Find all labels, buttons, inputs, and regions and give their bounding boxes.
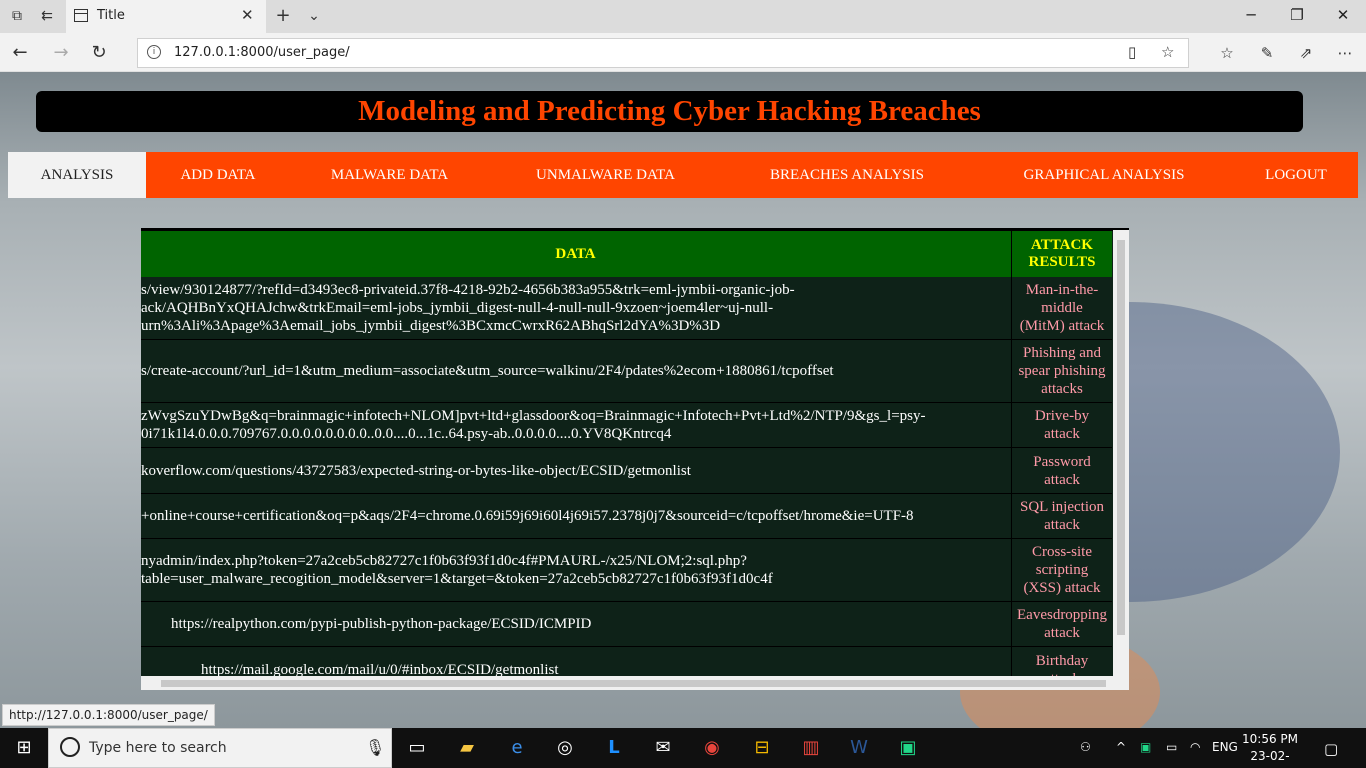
- clock[interactable]: 10:56 PM 23-02-2020: [1240, 731, 1300, 768]
- restore-icon[interactable]: ❐: [1274, 6, 1320, 28]
- browser-tab[interactable]: Title ✕: [66, 0, 266, 33]
- share-icon[interactable]: ⇗: [1295, 42, 1317, 64]
- back-icon[interactable]: ←: [9, 42, 31, 64]
- result-cell: Phishing and spear phishing attacks: [1011, 340, 1112, 402]
- table-row: +online+course+certification&oq=p&aqs/2F…: [141, 494, 1112, 539]
- result-cell: Drive-by attack: [1011, 403, 1112, 447]
- table-header: DATA ATTACK RESULTS: [141, 231, 1112, 277]
- tab-title: Title: [97, 8, 125, 23]
- pen-notes-icon[interactable]: ✎: [1256, 42, 1278, 64]
- table-row: zWvgSzuYDwBg&q=brainmagic+infotech+NLOM]…: [141, 403, 1112, 448]
- reading-view-icon[interactable]: ▯: [1128, 43, 1136, 61]
- table-row: https://realpython.com/pypi-publish-pyth…: [141, 602, 1112, 647]
- url-field[interactable]: i 127.0.0.1:8000/user_page/ ▯ ☆: [137, 38, 1189, 68]
- forward-icon[interactable]: →: [50, 42, 72, 64]
- address-bar-row: ← → ↻ i 127.0.0.1:8000/user_page/ ▯ ☆ ☆ …: [0, 33, 1366, 72]
- word-icon[interactable]: W: [847, 736, 871, 760]
- data-cell: +online+course+certification&oq=p&aqs/2F…: [141, 508, 914, 524]
- site-title: Modeling and Predicting Cyber Hacking Br…: [358, 95, 981, 127]
- notifications-icon[interactable]: ▢: [1324, 740, 1338, 758]
- nav-analysis[interactable]: ANALYSIS: [8, 152, 146, 198]
- main-nav: ANALYSIS ADD DATA MALWARE DATA UNMALWARE…: [8, 152, 1358, 198]
- data-cell: nyadmin/index.php?token=27a2ceb5cb82727c…: [141, 553, 773, 587]
- tab-actions-icon[interactable]: ⧉: [8, 7, 26, 25]
- nav-graphical-analysis[interactable]: GRAPHICAL ANALYSIS: [1013, 152, 1195, 198]
- page-content: Modeling and Predicting Cyber Hacking Br…: [0, 72, 1366, 728]
- refresh-icon[interactable]: ↻: [88, 42, 110, 64]
- new-tab-icon[interactable]: +: [274, 7, 292, 25]
- result-cell: Man-in-the-middle (MitM) attack: [1011, 277, 1112, 339]
- table-horizontal-scrollbar[interactable]: [141, 676, 1113, 690]
- pycharm-icon[interactable]: ▣: [896, 736, 920, 760]
- wifi-icon[interactable]: ◠: [1190, 740, 1200, 754]
- task-view-icon[interactable]: ▭: [405, 736, 429, 760]
- tray-app-icon[interactable]: ▣: [1140, 740, 1151, 754]
- site-header: Modeling and Predicting Cyber Hacking Br…: [36, 91, 1303, 132]
- file-explorer-icon[interactable]: ▰: [455, 736, 479, 760]
- tab-list-chevron-icon[interactable]: ⌄: [305, 7, 323, 25]
- vertical-scroll-thumb[interactable]: [1117, 240, 1125, 635]
- chrome-icon[interactable]: ◉: [700, 736, 724, 760]
- search-circle-icon: [60, 737, 80, 757]
- result-cell: SQL injection attack: [1011, 494, 1112, 538]
- language-indicator[interactable]: ENG: [1212, 740, 1238, 754]
- search-placeholder: Type here to search: [89, 740, 227, 756]
- clock-date: 23-02-2020: [1250, 749, 1290, 768]
- table-row: koverflow.com/questions/43727583/expecte…: [141, 448, 1112, 494]
- browser-tab-bar: ⧉ ⇇ Title ✕ + ⌄ ─ ❐ ✕: [0, 0, 1366, 33]
- close-window-icon[interactable]: ✕: [1320, 6, 1366, 28]
- media-app-icon[interactable]: ◎: [553, 736, 577, 760]
- tray-chevron-icon[interactable]: ^: [1116, 740, 1126, 754]
- result-cell: Eavesdropping attack: [1011, 602, 1112, 646]
- edge-browser-icon[interactable]: e: [505, 736, 529, 760]
- people-icon[interactable]: ⚇: [1080, 740, 1091, 754]
- column-header-data: DATA: [555, 246, 596, 262]
- table-row: s/view/930124877/?refId=d3493ec8-private…: [141, 277, 1112, 340]
- mail-icon[interactable]: ✉: [651, 736, 675, 760]
- data-cell: zWvgSzuYDwBg&q=brainmagic+infotech+NLOM]…: [141, 408, 926, 442]
- site-info-icon[interactable]: i: [147, 45, 161, 59]
- table-row: nyadmin/index.php?token=27a2ceb5cb82727c…: [141, 539, 1112, 602]
- result-cell: Password attack: [1011, 448, 1112, 493]
- table-vertical-scrollbar[interactable]: [1113, 230, 1129, 690]
- windows-taskbar: ⊞ Type here to search 🎙 ▭ ▰ e ◎ L ✉ ◉ ⊟ …: [0, 728, 1366, 768]
- data-cell: https://realpython.com/pypi-publish-pyth…: [141, 616, 592, 632]
- result-cell: Cross-site scripting (XSS) attack: [1011, 539, 1112, 601]
- clock-time: 10:56 PM: [1242, 732, 1298, 746]
- data-cell: koverflow.com/questions/43727583/expecte…: [141, 462, 691, 479]
- nav-malware-data[interactable]: MALWARE DATA: [318, 152, 461, 198]
- red-app-icon[interactable]: ▥: [799, 736, 823, 760]
- set-aside-tabs-icon[interactable]: ⇇: [38, 7, 56, 25]
- nav-add-data[interactable]: ADD DATA: [168, 152, 268, 198]
- status-bar-url: http://127.0.0.1:8000/user_page/: [2, 704, 215, 726]
- favorites-list-icon[interactable]: ☆: [1216, 42, 1238, 64]
- nav-logout[interactable]: LOGOUT: [1254, 152, 1338, 198]
- attack-results-table[interactable]: DATA ATTACK RESULTS s/view/930124877/?re…: [141, 228, 1129, 690]
- microphone-icon[interactable]: 🎙: [365, 738, 385, 757]
- minimize-icon[interactable]: ─: [1228, 6, 1274, 28]
- column-header-attack-results: ATTACK RESULTS: [1011, 231, 1112, 277]
- nav-breaches-analysis[interactable]: BREACHES ANALYSIS: [758, 152, 936, 198]
- page-icon: [74, 9, 88, 22]
- favorite-star-icon[interactable]: ☆: [1161, 43, 1174, 61]
- app-l-icon[interactable]: L: [602, 736, 626, 760]
- taskbar-search-box[interactable]: Type here to search 🎙: [48, 728, 392, 768]
- data-cell: s/create-account/?url_id=1&utm_medium=as…: [141, 363, 834, 379]
- table-row: s/create-account/?url_id=1&utm_medium=as…: [141, 340, 1112, 403]
- more-menu-icon[interactable]: ⋯: [1334, 42, 1356, 64]
- store-icon[interactable]: ⊟: [750, 736, 774, 760]
- horizontal-scroll-thumb[interactable]: [161, 680, 1106, 687]
- nav-unmalware-data[interactable]: UNMALWARE DATA: [523, 152, 688, 198]
- close-tab-icon[interactable]: ✕: [241, 6, 254, 24]
- url-text: 127.0.0.1:8000/user_page/: [174, 45, 350, 60]
- battery-icon[interactable]: ▭: [1166, 740, 1177, 754]
- data-cell: s/view/930124877/?refId=d3493ec8-private…: [141, 282, 795, 334]
- windows-start-icon[interactable]: ⊞: [12, 736, 36, 760]
